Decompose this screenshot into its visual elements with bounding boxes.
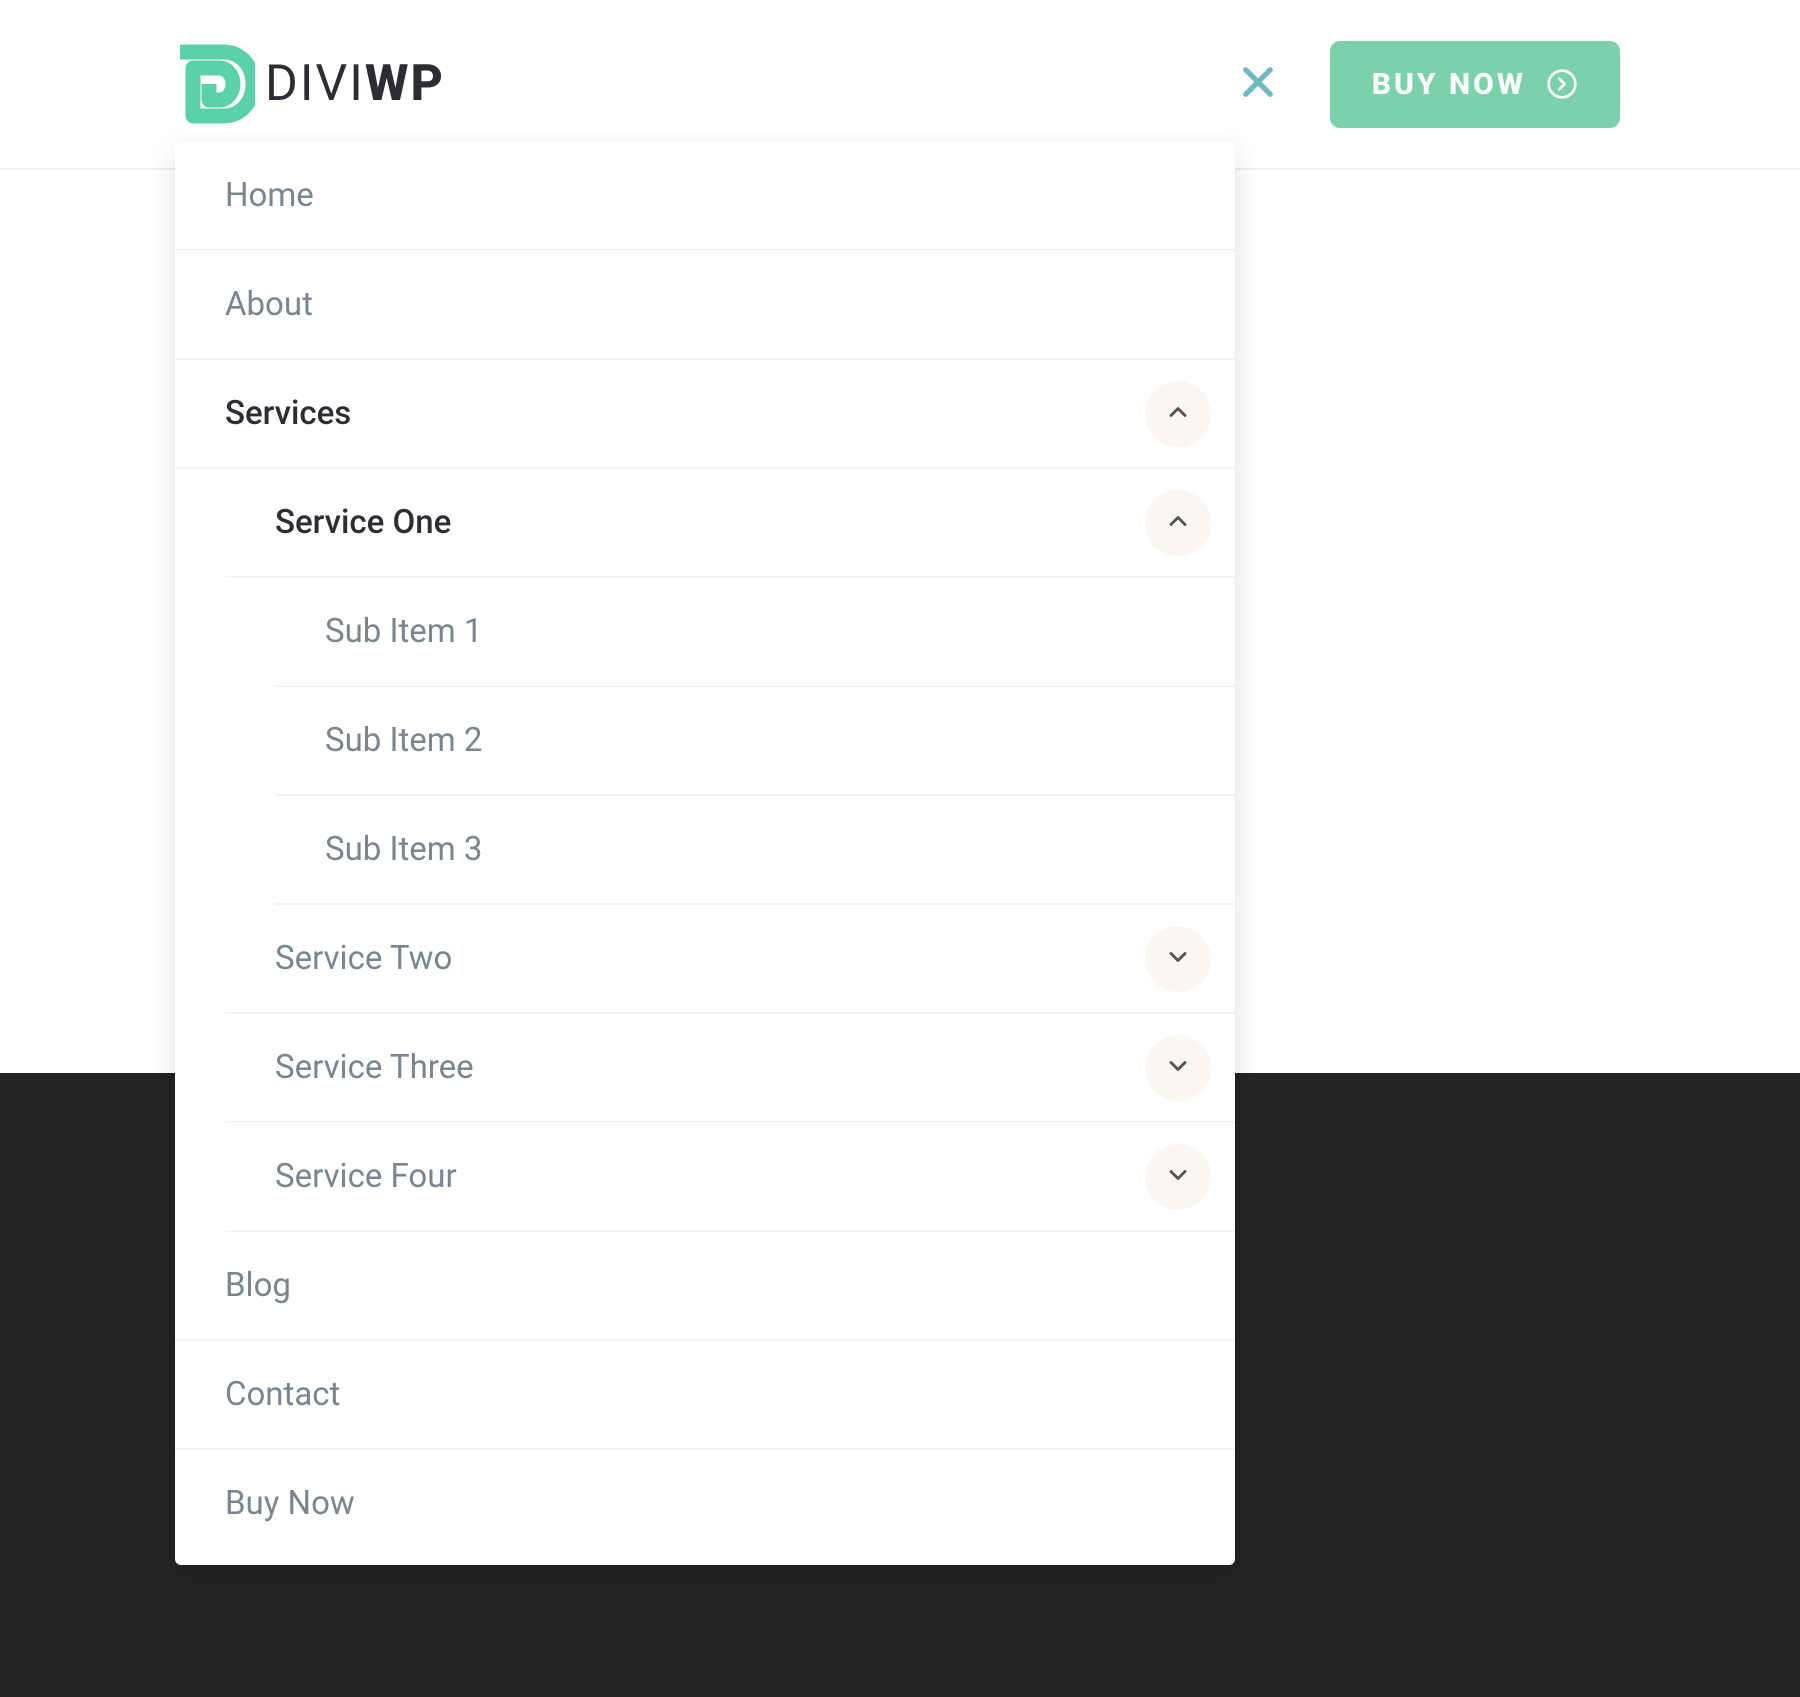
chevron-down-icon xyxy=(1164,1161,1192,1193)
header-right: BUY NOW xyxy=(1234,41,1620,128)
nav-label: Services xyxy=(175,360,351,467)
nav-label: Sub Item 2 xyxy=(275,687,482,794)
logo-mark-icon xyxy=(175,44,255,124)
nav-service-three[interactable]: Service Three xyxy=(225,1014,1235,1123)
chevron-up-icon xyxy=(1164,507,1192,539)
nav-label: Service Three xyxy=(225,1014,474,1121)
chevron-up-icon xyxy=(1164,398,1192,430)
nav-sub-item-2[interactable]: Sub Item 2 xyxy=(275,687,1235,796)
nav-sub-item-3[interactable]: Sub Item 3 xyxy=(275,796,1235,905)
nav-label: Sub Item 3 xyxy=(275,796,482,903)
nav-label: Contact xyxy=(175,1341,340,1448)
nav-about[interactable]: About xyxy=(175,251,1235,360)
logo[interactable]: DIVIWP xyxy=(175,44,445,124)
nav-service-four[interactable]: Service Four xyxy=(225,1123,1235,1232)
expand-button[interactable] xyxy=(1145,926,1211,992)
expand-button[interactable] xyxy=(1145,1144,1211,1210)
nav-label: Sub Item 1 xyxy=(275,578,482,685)
logo-text: DIVIWP xyxy=(265,55,445,113)
nav-label: Buy Now xyxy=(175,1450,355,1557)
collapse-button[interactable] xyxy=(1145,490,1211,556)
nav-label: Blog xyxy=(175,1232,291,1339)
chevron-right-circle-icon xyxy=(1546,68,1578,100)
collapse-button[interactable] xyxy=(1145,381,1211,447)
chevron-down-icon xyxy=(1164,1052,1192,1084)
nav-sub-item-1[interactable]: Sub Item 1 xyxy=(275,578,1235,687)
chevron-down-icon xyxy=(1164,943,1192,975)
nav-buy-now[interactable]: Buy Now xyxy=(175,1450,1235,1557)
close-icon xyxy=(1237,61,1279,107)
close-menu-button[interactable] xyxy=(1234,60,1282,108)
buy-now-button[interactable]: BUY NOW xyxy=(1330,41,1620,128)
nav-service-one[interactable]: Service One xyxy=(225,469,1235,578)
nav-label: Service Four xyxy=(225,1123,457,1230)
nav-service-two[interactable]: Service Two xyxy=(225,905,1235,1014)
expand-button[interactable] xyxy=(1145,1035,1211,1101)
nav-label: About xyxy=(175,251,313,358)
buy-now-label: BUY NOW xyxy=(1372,67,1526,102)
nav-blog[interactable]: Blog xyxy=(175,1232,1235,1341)
nav-services[interactable]: Services xyxy=(175,360,1235,469)
nav-label: Service One xyxy=(225,469,451,576)
nav-contact[interactable]: Contact xyxy=(175,1341,1235,1450)
nav-label: Service Two xyxy=(225,905,452,1012)
nav-label: Home xyxy=(175,142,314,249)
nav-home[interactable]: Home xyxy=(175,142,1235,251)
mobile-menu-panel: Home About Services Service One Sub Item… xyxy=(175,142,1235,1565)
